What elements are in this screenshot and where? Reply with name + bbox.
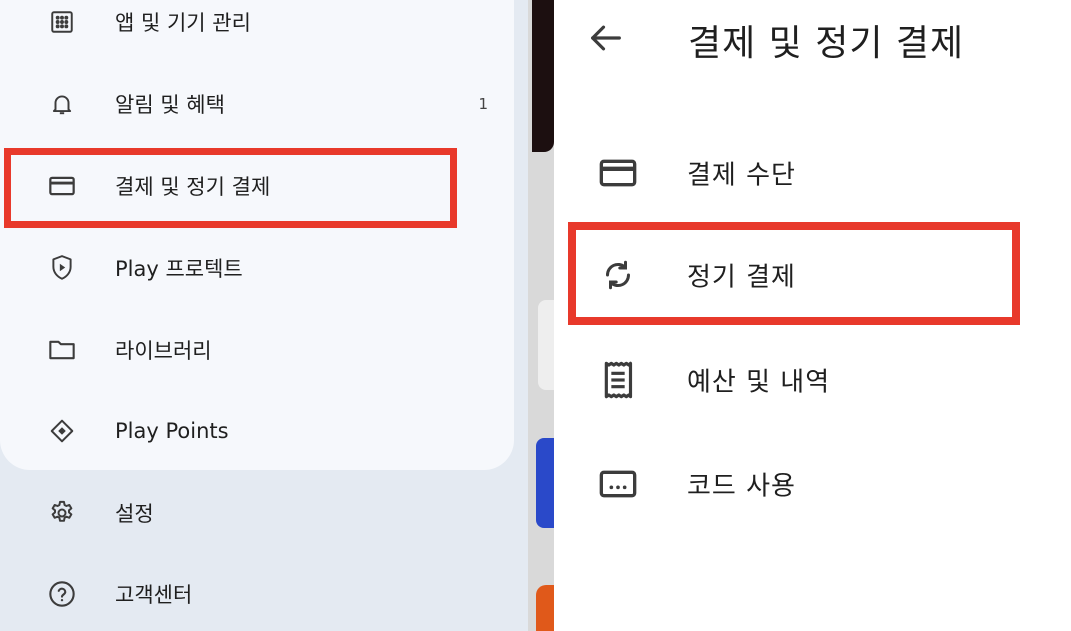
code-card-icon bbox=[596, 462, 640, 506]
payments-page: 결제 및 정기 결제 결제 수단 정기 결제 예산 및 내역 코드 사용 bbox=[554, 0, 1071, 631]
background-tile bbox=[536, 438, 554, 528]
menu-item-label: 앱 및 기기 관리 bbox=[115, 11, 251, 35]
background-content-strip bbox=[528, 0, 554, 631]
navigation-drawer: 앱 및 기기 관리 알림 및 혜택 1 결제 및 정기 결제 Play 프로텍트… bbox=[0, 0, 528, 631]
shield-play-icon bbox=[42, 248, 82, 288]
grid-icon bbox=[42, 2, 82, 42]
item-label: 결제 수단 bbox=[687, 160, 796, 191]
menu-item-label: Play Points bbox=[115, 419, 229, 443]
item-label: 예산 및 내역 bbox=[687, 367, 831, 398]
menu-item-label: 고객센터 bbox=[115, 583, 193, 607]
folder-icon bbox=[42, 330, 82, 370]
budget-history-item[interactable]: 예산 및 내역 bbox=[554, 345, 1071, 415]
menu-item-label: 설정 bbox=[115, 502, 154, 526]
menu-item-notifications[interactable]: 알림 및 혜택 1 bbox=[0, 74, 514, 134]
menu-item-play-points[interactable]: Play Points bbox=[0, 401, 514, 461]
background-tile bbox=[538, 300, 554, 390]
diamond-icon bbox=[42, 411, 82, 451]
menu-item-manage-apps[interactable]: 앱 및 기기 관리 bbox=[0, 0, 514, 52]
highlight-box bbox=[4, 148, 457, 228]
redeem-code-item[interactable]: 코드 사용 bbox=[554, 449, 1071, 519]
menu-item-help-center[interactable]: 고객센터 bbox=[0, 564, 514, 624]
bell-icon bbox=[42, 84, 82, 124]
notification-count-badge: 1 bbox=[478, 95, 488, 113]
gear-icon bbox=[42, 493, 82, 533]
back-arrow-icon[interactable] bbox=[586, 18, 626, 58]
drawer-card bbox=[0, 0, 514, 470]
background-tile bbox=[536, 585, 554, 631]
menu-item-label: 알림 및 혜택 bbox=[115, 93, 225, 117]
credit-card-icon bbox=[596, 151, 640, 195]
payment-methods-item[interactable]: 결제 수단 bbox=[554, 138, 1071, 208]
background-tile bbox=[532, 0, 554, 152]
receipt-icon bbox=[596, 358, 640, 402]
menu-item-library[interactable]: 라이브러리 bbox=[0, 320, 514, 380]
highlight-box bbox=[568, 222, 1020, 325]
menu-item-settings[interactable]: 설정 bbox=[0, 483, 514, 543]
menu-item-label: 라이브러리 bbox=[115, 339, 212, 363]
help-icon bbox=[42, 574, 82, 614]
menu-item-play-protect[interactable]: Play 프로텍트 bbox=[0, 238, 514, 298]
item-label: 코드 사용 bbox=[687, 471, 796, 502]
menu-item-label: Play 프로텍트 bbox=[115, 257, 243, 281]
page-title: 결제 및 정기 결제 bbox=[688, 23, 965, 64]
